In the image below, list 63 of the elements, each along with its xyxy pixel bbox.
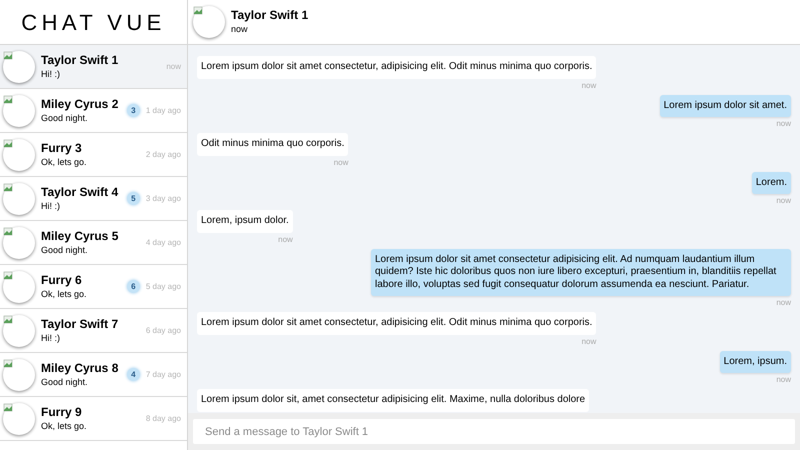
message-time: now	[776, 298, 791, 308]
unread-badge: 3	[126, 104, 140, 117]
broken-image-icon	[3, 94, 13, 104]
message-bubble: Lorem, ipsum.	[720, 350, 791, 373]
unread-badge: 4	[126, 368, 140, 381]
message-time: now	[776, 196, 791, 206]
last-message: Ok, lets go.	[41, 288, 88, 300]
message-bubble: Lorem, ipsum dolor.	[197, 210, 293, 232]
last-message: Hi! :)	[41, 332, 61, 344]
broken-image-icon	[3, 182, 13, 192]
last-message: Good night.	[41, 112, 89, 124]
contact-name: Taylor Swift 7	[41, 316, 120, 332]
message-time: 5 day ago	[146, 280, 181, 292]
message-bubble: Lorem ipsum dolor sit amet consectetur, adipisicing elit. Odit minus minima quo corporis.	[197, 56, 596, 78]
message-time: now	[776, 119, 791, 129]
message-input[interactable]: Send a message to Taylor Swift 1	[193, 419, 795, 444]
message-time: 3 day ago	[146, 192, 181, 204]
contact-name: Taylor Swift 1	[41, 52, 120, 68]
message-bubble: Lorem ipsum dolor sit amet consectetur, adipisicing elit. Odit minus minima quo corporis.	[197, 312, 596, 334]
message-bubble: Odit minus minima quo corporis.	[197, 133, 348, 156]
last-message: Hi! :)	[41, 200, 61, 212]
contact-name: Furry 9	[41, 404, 83, 420]
last-message: Good night.	[41, 244, 89, 256]
chat-contact-name: Taylor Swift 1	[231, 8, 308, 23]
message-time: 8 day ago	[146, 412, 181, 424]
message-time: 7 day ago	[146, 368, 181, 380]
message-bubble: Lorem ipsum dolor sit, amet consectetur adipisicing elit. Maxime, nulla doloribus dolore	[197, 389, 590, 412]
message-time: now	[166, 60, 181, 72]
last-message: Good night.	[41, 376, 89, 388]
last-message: Ok, lets go.	[41, 156, 88, 168]
contact-name: Miley Cyrus 5	[41, 228, 120, 244]
contact-item[interactable]: Taylor Swift 1 Hi! :) now	[0, 45, 187, 89]
message-time: now	[582, 336, 596, 346]
last-message: Hi! :)	[41, 68, 61, 80]
message-time: 2 day ago	[146, 148, 181, 160]
message-time: 1 day ago	[146, 104, 181, 116]
message-time: 4 day ago	[146, 236, 181, 248]
message-bubble: Lorem ipsum dolor sit amet consectetur adipisicing elit. Ad numquam laudantium illum quidem? Iste hic doloribus quos non iure libero excepturi, praesentium in, blanditiis repellat labore illo, voluptas sed fugit consequatur dolorum assumenda ea nesciunt. Pariatur.	[371, 248, 791, 296]
contact-name: Furry 6	[41, 272, 83, 288]
chat-status: now	[231, 23, 249, 36]
broken-image-icon	[3, 358, 13, 368]
last-message: Ok, lets go.	[41, 420, 88, 432]
broken-image-icon	[3, 314, 13, 324]
contact-name: Furry 3	[41, 140, 83, 156]
app-title: CHAT VUE	[21, 8, 166, 36]
broken-image-icon	[193, 6, 203, 15]
message-bubble: Lorem ipsum dolor sit amet.	[660, 94, 791, 117]
message-time: now	[582, 80, 596, 90]
contact-name: Taylor Swift 4	[41, 184, 120, 200]
broken-image-icon	[3, 226, 13, 236]
message-time: 6 day ago	[146, 324, 181, 336]
message-time: now	[278, 234, 293, 244]
contact-name: Miley Cyrus 8	[41, 360, 120, 376]
message-bubble: Lorem.	[752, 172, 791, 194]
broken-image-icon	[3, 50, 13, 60]
contact-name: Miley Cyrus 2	[41, 96, 120, 112]
message-time: now	[334, 158, 348, 168]
unread-badge: 5	[126, 192, 140, 205]
unread-badge: 6	[126, 280, 140, 293]
broken-image-icon	[3, 138, 13, 148]
message-time: now	[776, 375, 791, 385]
broken-image-icon	[3, 270, 13, 280]
broken-image-icon	[3, 402, 13, 412]
